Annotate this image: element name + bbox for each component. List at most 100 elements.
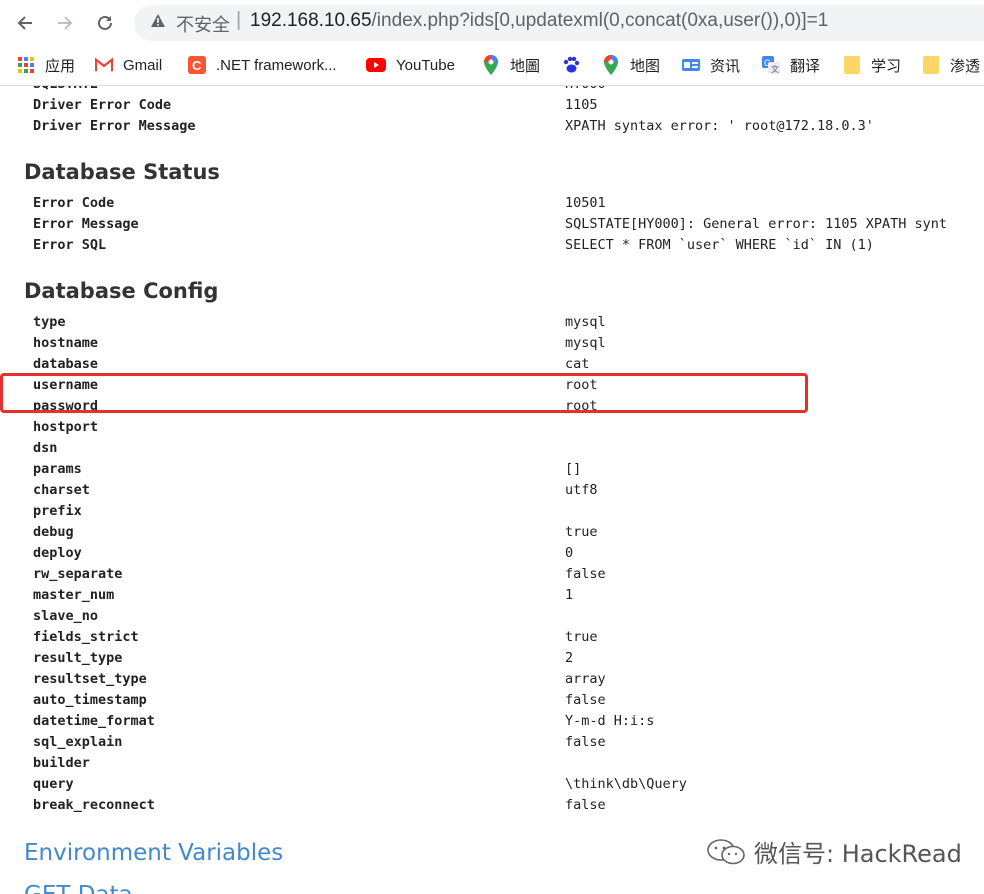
back-arrow-icon bbox=[17, 16, 32, 30]
bookmark-youtube[interactable]: YouTube bbox=[366, 54, 455, 76]
row-key: slave_no bbox=[33, 608, 99, 624]
url-text[interactable]: 192.168.10.65/index.php?ids[0,updatexml(… bbox=[250, 10, 828, 32]
bookmarks-bar: 应用 Gmail C .NET framework... YouTube 地圖 … bbox=[0, 45, 984, 86]
bookmark-label: 学习 bbox=[871, 57, 902, 75]
row-key: Driver Error Code bbox=[33, 97, 172, 113]
row-value: true bbox=[565, 629, 598, 645]
row-key: auto_timestamp bbox=[33, 692, 147, 708]
page-content: SQLSTATE HY000 Driver Error Code 1105 Driv… bbox=[0, 86, 984, 894]
bookmark-maps[interactable]: 地图 bbox=[602, 54, 660, 76]
bookmark-label: 资讯 bbox=[710, 57, 741, 75]
maps-pin-icon bbox=[602, 55, 620, 75]
get-data-link[interactable]: GET Data bbox=[24, 882, 133, 894]
row-value: 10501 bbox=[565, 195, 606, 211]
row-value: 1105 bbox=[565, 97, 598, 113]
bookmark-maps-tw[interactable]: 地圖 bbox=[482, 54, 540, 76]
row-value: array bbox=[565, 671, 606, 687]
row-value: utf8 bbox=[565, 482, 598, 498]
bookmark-folder-pentest[interactable]: 渗透 bbox=[922, 54, 980, 76]
row-value: 0 bbox=[565, 545, 574, 561]
bookmark-label: Gmail bbox=[123, 56, 163, 74]
row-value: SQLSTATE[HY000]: General error: 1105 XPA… bbox=[565, 216, 948, 232]
folder-icon bbox=[843, 56, 861, 74]
bookmark-label: 应用 bbox=[45, 57, 76, 75]
wechat-watermark: 微信号: HackRead bbox=[706, 834, 962, 869]
row-key: master_num bbox=[33, 587, 115, 603]
row-key: debug bbox=[33, 524, 74, 540]
url-path: /index.php?ids[0,updatexml(0,concat(0xa,… bbox=[371, 10, 829, 31]
row-key: result_type bbox=[33, 650, 123, 666]
folder-icon bbox=[922, 56, 940, 74]
youtube-icon bbox=[366, 56, 386, 74]
row-key: builder bbox=[33, 755, 90, 771]
row-value: cat bbox=[565, 356, 590, 372]
row-value: 2 bbox=[565, 650, 574, 666]
row-value: \think\db\Query bbox=[565, 776, 687, 792]
bookmark-label: 翻译 bbox=[790, 57, 821, 75]
browser-toolbar: 不安全 | 192.168.10.65/index.php?ids[0,upda… bbox=[0, 0, 984, 45]
row-value: false bbox=[565, 566, 606, 582]
row-key: charset bbox=[33, 482, 90, 498]
bookmark-apps[interactable]: 应用 bbox=[17, 54, 75, 76]
address-separator: | bbox=[236, 9, 242, 31]
database-config-heading: Database Config bbox=[24, 279, 219, 303]
bookmark-gmail[interactable]: Gmail bbox=[95, 54, 162, 76]
bookmark-baidu[interactable] bbox=[562, 54, 590, 76]
bookmark-folder-study[interactable]: 学习 bbox=[843, 54, 901, 76]
csdn-icon: C bbox=[188, 56, 206, 74]
translate-icon: G文 bbox=[762, 56, 780, 74]
apps-grid-icon bbox=[17, 56, 35, 74]
row-key: fields_strict bbox=[33, 629, 139, 645]
row-value: XPATH syntax error: ' root@172.18.0.3' bbox=[565, 118, 874, 134]
database-status-heading: Database Status bbox=[24, 160, 220, 184]
bookmark-label: 地圖 bbox=[510, 57, 541, 75]
svg-text:C: C bbox=[192, 58, 202, 73]
row-value: Y-m-d H:i:s bbox=[565, 713, 655, 729]
reload-button[interactable] bbox=[92, 10, 118, 36]
bookmark-label: .NET framework... bbox=[216, 56, 337, 74]
row-value: false bbox=[565, 797, 606, 813]
row-key: Error Code bbox=[33, 195, 115, 211]
row-key: deploy bbox=[33, 545, 82, 561]
row-value: true bbox=[565, 524, 598, 540]
row-value: false bbox=[565, 734, 606, 750]
row-key: Driver Error Message bbox=[33, 118, 196, 134]
row-key: break_reconnect bbox=[33, 797, 155, 813]
gmail-icon bbox=[95, 56, 113, 74]
row-key: query bbox=[33, 776, 74, 792]
wechat-icon bbox=[707, 838, 745, 864]
row-key: hostport bbox=[33, 419, 99, 435]
forward-button[interactable] bbox=[52, 10, 78, 36]
bookmark-translate[interactable]: G文 翻译 bbox=[762, 54, 820, 76]
row-value: HY000 bbox=[565, 86, 606, 94]
row-value: [] bbox=[565, 461, 582, 477]
row-key: resultset_type bbox=[33, 671, 147, 687]
forward-arrow-icon bbox=[58, 16, 73, 30]
row-key: database bbox=[33, 356, 99, 372]
row-key: hostname bbox=[33, 335, 99, 351]
row-key: SQLSTATE bbox=[33, 86, 98, 94]
bookmark-dotnet[interactable]: C .NET framework... bbox=[188, 54, 337, 76]
warning-triangle-icon[interactable] bbox=[150, 13, 166, 29]
row-key: Error SQL bbox=[33, 237, 107, 253]
row-key: Error Message bbox=[33, 216, 139, 232]
security-label[interactable]: 不安全 bbox=[176, 11, 230, 37]
row-key: dsn bbox=[33, 440, 58, 456]
row-key: rw_separate bbox=[33, 566, 123, 582]
row-key: type bbox=[33, 314, 66, 330]
maps-pin-icon bbox=[482, 55, 500, 75]
row-value: false bbox=[565, 692, 606, 708]
watermark-text: 微信号: HackRead bbox=[754, 840, 962, 868]
row-key: sql_explain bbox=[33, 734, 123, 750]
row-key: params bbox=[33, 461, 82, 477]
credentials-highlight-box bbox=[0, 373, 808, 413]
bookmark-label: 渗透 bbox=[950, 57, 981, 75]
bookmark-news[interactable]: 资讯 bbox=[682, 54, 740, 76]
row-value: mysql bbox=[565, 335, 606, 351]
environment-variables-link[interactable]: Environment Variables bbox=[24, 840, 283, 866]
bookmark-label: 地图 bbox=[630, 57, 661, 75]
news-icon bbox=[682, 56, 700, 74]
row-key: prefix bbox=[33, 503, 82, 519]
row-value: SELECT * FROM `user` WHERE `id` IN (1) bbox=[565, 237, 874, 253]
back-button[interactable] bbox=[12, 10, 38, 36]
